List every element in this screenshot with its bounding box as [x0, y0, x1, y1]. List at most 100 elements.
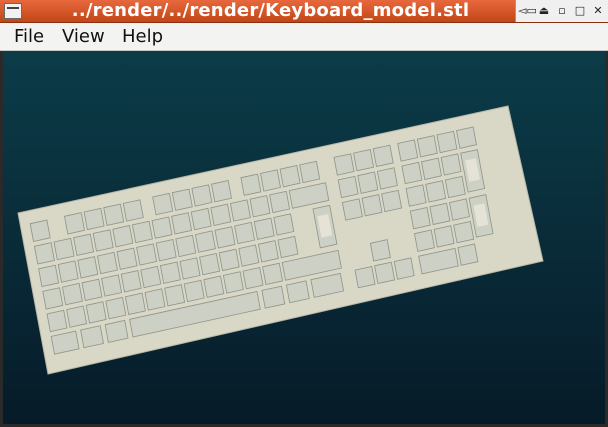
key: [171, 188, 193, 211]
app-window: ../render/../render/Keyboard_model.stl ◅…: [0, 0, 608, 427]
key: [199, 253, 221, 276]
key: [122, 199, 144, 222]
key: [116, 247, 138, 270]
key: [104, 319, 129, 343]
window-controls: ◅▭ ⏏ ▫ □ ✕: [515, 0, 608, 22]
key: [333, 153, 355, 176]
key: [144, 288, 166, 311]
minimize-icon[interactable]: ▫: [554, 3, 570, 19]
key: [337, 175, 359, 199]
key: [80, 325, 104, 349]
key: [203, 275, 225, 298]
key: [253, 217, 275, 240]
key: [85, 301, 107, 324]
key: [46, 309, 68, 333]
key: [222, 271, 244, 294]
key: [354, 266, 376, 289]
menu-help[interactable]: Help: [122, 23, 163, 50]
key: [436, 130, 458, 154]
key: [73, 233, 95, 256]
key: [57, 260, 79, 283]
3d-viewport[interactable]: [3, 51, 605, 424]
key: [210, 203, 232, 226]
key: [429, 202, 451, 225]
key: [136, 243, 158, 266]
key: [285, 280, 310, 304]
key: [164, 284, 186, 307]
key: [81, 278, 103, 301]
key: [261, 285, 286, 309]
key: [409, 207, 431, 230]
key: [112, 225, 134, 248]
key: [29, 219, 51, 242]
key: [369, 239, 391, 262]
key: [393, 257, 415, 280]
key: [456, 126, 477, 149]
close-icon[interactable]: ✕: [590, 3, 606, 19]
key: [273, 213, 295, 236]
key: [262, 262, 284, 285]
key: [214, 226, 236, 249]
key: [53, 237, 75, 261]
key: [425, 180, 447, 203]
roll-up-icon[interactable]: ◅▭: [518, 3, 537, 19]
key: [155, 239, 177, 262]
maximize-icon[interactable]: □: [572, 3, 588, 19]
key: [269, 190, 291, 214]
key: [64, 212, 85, 235]
key: [183, 279, 205, 303]
key: [277, 235, 299, 259]
key: [179, 257, 201, 280]
key: [92, 229, 114, 252]
key: [83, 207, 105, 231]
key: [240, 173, 262, 196]
key: [171, 212, 193, 235]
keyboard-body: [17, 105, 544, 375]
key: [444, 175, 466, 199]
key: [341, 198, 363, 221]
key: [234, 221, 256, 245]
key: [257, 240, 279, 263]
menu-view[interactable]: View: [62, 23, 105, 50]
key: [405, 184, 427, 207]
key: [194, 230, 216, 253]
key: [159, 261, 181, 284]
key: [103, 203, 125, 226]
key: [279, 165, 301, 188]
key: [421, 157, 442, 180]
key: [353, 149, 375, 172]
key: [38, 264, 60, 287]
window-title: ../render/../render/Keyboard_model.stl: [71, 0, 470, 21]
key: [416, 135, 438, 158]
key: [260, 169, 281, 192]
title-bar[interactable]: ../render/../render/Keyboard_model.stl ◅…: [0, 0, 608, 23]
key: [376, 167, 398, 190]
key: [449, 198, 470, 221]
key: [397, 139, 419, 162]
key: [61, 282, 83, 306]
key: [101, 274, 123, 297]
key: [120, 270, 142, 293]
key: [211, 180, 232, 203]
key: [66, 305, 88, 328]
key: [242, 267, 264, 290]
key: [131, 220, 153, 244]
key: [33, 242, 55, 265]
key: [433, 225, 455, 248]
window-menu-icon[interactable]: [4, 3, 22, 19]
shade-icon[interactable]: ⏏: [536, 3, 552, 19]
key: [96, 251, 118, 275]
key: [105, 296, 127, 320]
key: [77, 256, 99, 279]
menu-file[interactable]: File: [14, 23, 44, 50]
key: [42, 287, 64, 310]
key: [151, 216, 173, 239]
key: [372, 144, 394, 167]
key: [190, 207, 212, 231]
key: [124, 292, 146, 315]
key: [374, 261, 396, 284]
key: [299, 160, 321, 184]
key: [357, 171, 379, 194]
key: [238, 244, 260, 267]
key: [414, 229, 435, 252]
